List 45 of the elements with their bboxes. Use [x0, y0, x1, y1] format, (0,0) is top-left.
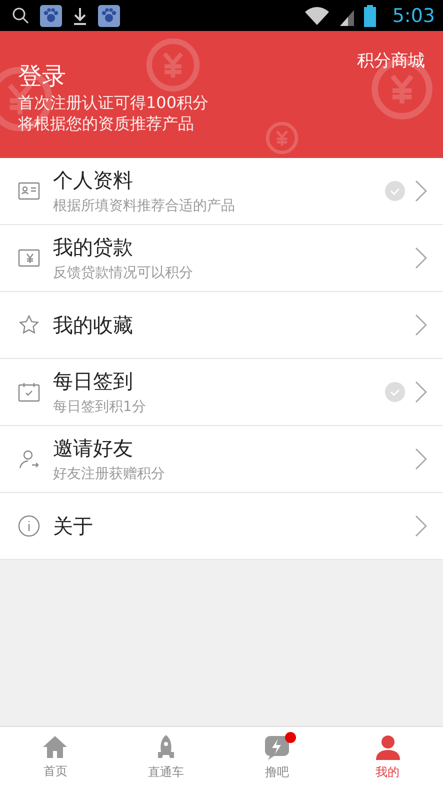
- paw-app-icon: [98, 4, 120, 26]
- chevron-icon: [415, 314, 427, 336]
- calendar-icon: [17, 380, 41, 404]
- menu-item[interactable]: 邀请好友 好友注册获赠积分: [0, 426, 443, 493]
- tab[interactable]: 直通车: [110, 727, 222, 788]
- banner-text: 首次注册认证可得100积分: [18, 92, 209, 113]
- menu-item[interactable]: 每日签到 每日签到积1分: [0, 359, 443, 426]
- menu-item[interactable]: 我的贷款 反馈贷款情况可以积分: [0, 225, 443, 292]
- chevron-icon: [415, 515, 427, 537]
- menu-title: 关于: [53, 512, 94, 540]
- home-icon: [42, 735, 68, 759]
- info-icon: [17, 514, 41, 538]
- coin-icon: [265, 121, 299, 155]
- points-mall-link[interactable]: 积分商城: [357, 49, 425, 72]
- menu-item[interactable]: 我的收藏: [0, 292, 443, 359]
- download-icon: [72, 6, 88, 26]
- clock-time: 5:03: [392, 4, 435, 26]
- menu-title: 邀请好友: [53, 435, 134, 462]
- menu-subtitle: 每日签到积1分: [53, 398, 147, 416]
- coin-icon: [145, 37, 201, 93]
- tab[interactable]: 撸吧: [222, 727, 332, 788]
- chevron-icon: [415, 247, 427, 269]
- menu-title: 个人资料: [53, 167, 134, 194]
- menu-title: 我的收藏: [53, 312, 134, 338]
- rocket-icon: [156, 734, 176, 760]
- menu-item[interactable]: 个人资料 根据所填资料推荐合适的产品: [0, 158, 443, 225]
- login-title[interactable]: 登录: [18, 60, 66, 92]
- menu-item[interactable]: 关于: [0, 493, 443, 560]
- person-icon: [374, 734, 401, 760]
- menu-subtitle: 反馈贷款情况可以积分: [53, 264, 194, 282]
- wifi-icon: [304, 6, 330, 26]
- paw-app-icon: [40, 4, 62, 26]
- menu-title: 我的贷款: [53, 234, 134, 261]
- tab[interactable]: 我的: [332, 727, 443, 788]
- menu-subtitle: 根据所填资料推荐合适的产品: [53, 197, 236, 215]
- tab[interactable]: 首页: [0, 727, 111, 788]
- chevron-icon: [415, 448, 427, 470]
- menu-subtitle: 好友注册获赠积分: [53, 465, 166, 483]
- chevron-icon: [415, 180, 427, 202]
- menu-title: 每日签到: [53, 368, 134, 395]
- search-icon: [12, 6, 30, 24]
- lightning-chat-icon: [264, 734, 290, 760]
- banner-text: 将根据您的资质推荐产品: [18, 113, 194, 134]
- battery-icon: [364, 4, 376, 26]
- chevron-icon: [415, 381, 427, 403]
